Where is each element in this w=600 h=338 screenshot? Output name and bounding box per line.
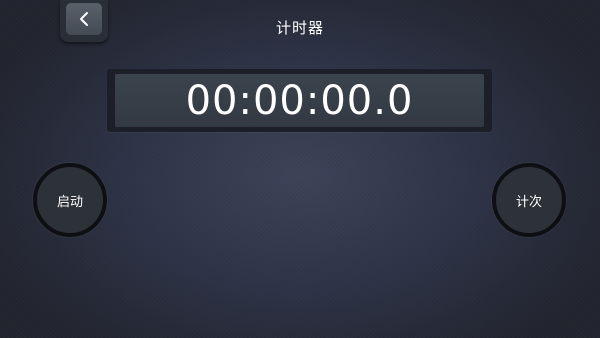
timer-display: 00:00:00.0 [107,69,492,132]
page-title: 计时器 [275,19,324,37]
timer-display-screen: 00:00:00.0 [115,74,484,127]
lap-button[interactable]: 计次 [492,163,566,237]
time-readout: 00:00:00.0 [185,77,414,124]
start-button[interactable]: 启动 [33,163,107,237]
